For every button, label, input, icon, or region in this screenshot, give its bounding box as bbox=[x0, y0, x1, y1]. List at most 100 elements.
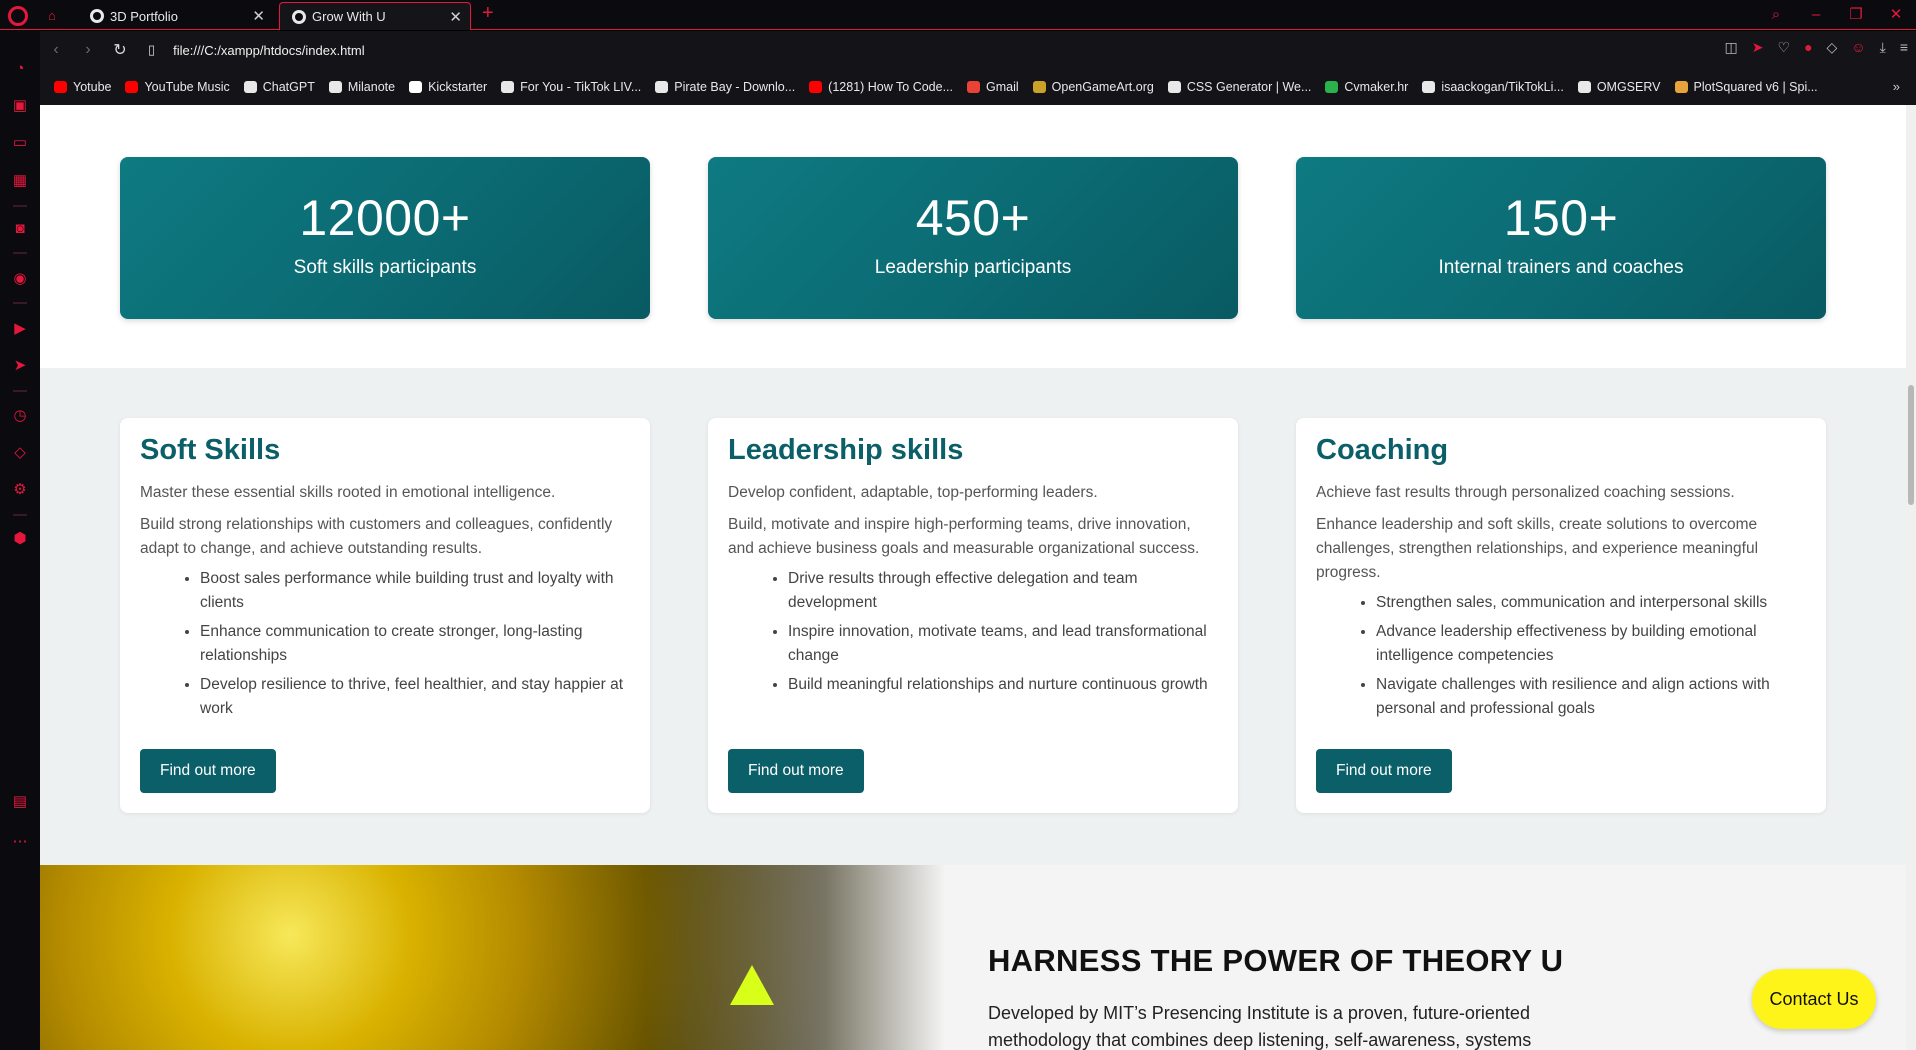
bookmark-label: Yotube bbox=[73, 80, 112, 94]
cube-icon[interactable]: ◇ bbox=[11, 444, 29, 462]
more-icon[interactable]: ⋯ bbox=[11, 833, 29, 851]
list-item: Drive results through effective delegati… bbox=[788, 567, 1218, 615]
new-tab-icon[interactable]: + bbox=[482, 2, 494, 25]
bookmark-label: Pirate Bay - Downlo... bbox=[674, 80, 796, 94]
bookmark-item[interactable]: Yotube bbox=[54, 80, 111, 94]
close-tab-icon[interactable]: ✕ bbox=[449, 8, 462, 26]
player-icon[interactable]: ▶ bbox=[11, 320, 29, 338]
bookmark-label: Milanote bbox=[347, 80, 396, 94]
bookmark-label: PlotSquared v6 | Spi... bbox=[1693, 80, 1818, 94]
bookmark-label: (1281) How To Code... bbox=[828, 80, 954, 94]
heart-icon[interactable]: ♡ bbox=[1778, 39, 1791, 56]
globe-icon bbox=[90, 9, 104, 23]
menu-icon[interactable]: ≡ bbox=[1900, 39, 1908, 56]
bookmarks-overflow-icon[interactable]: » bbox=[1893, 79, 1900, 94]
bookmark-item[interactable]: OpenGameArt.org bbox=[1032, 80, 1154, 94]
sidebar-divider bbox=[13, 302, 27, 304]
shopping-icon[interactable]: ▣ bbox=[11, 97, 29, 115]
services-section: Soft Skills Master these essential skill… bbox=[40, 368, 1906, 865]
scrollbar-thumb[interactable] bbox=[1908, 385, 1914, 505]
gamepad-icon[interactable]: ⌂ bbox=[48, 8, 56, 23]
stat-value: 12000+ bbox=[299, 190, 471, 246]
window-controls: ⌕ – ❐ ✕ bbox=[1756, 0, 1916, 30]
bookmark-item[interactable]: PlotSquared v6 | Spi... bbox=[1674, 80, 1818, 94]
tab-3d-portfolio[interactable]: 3D Portfolio ✕ bbox=[78, 2, 273, 30]
back-icon[interactable]: ‹ bbox=[40, 41, 72, 59]
card-bullets: Drive results through effective delegati… bbox=[728, 567, 1218, 697]
card-intro: Achieve fast results through personalize… bbox=[1316, 484, 1735, 501]
forward-icon[interactable]: › bbox=[72, 41, 104, 59]
tiktok-icon bbox=[501, 81, 515, 93]
close-window-icon[interactable]: ✕ bbox=[1876, 0, 1916, 30]
hero-image bbox=[40, 865, 945, 1050]
page-info-icon[interactable]: ▯ bbox=[148, 42, 155, 58]
opera-sidebar: ◔ ▣ ▭ ▦ ◙ ◉ ▶ ➤ ◷ ◇ ⚙ ⬢ ▤ ⋯ bbox=[0, 30, 40, 1050]
find-out-more-button[interactable]: Find out more bbox=[728, 749, 864, 793]
tab-grow-with-u[interactable]: Grow With U ✕ bbox=[279, 2, 471, 30]
snapshot-icon[interactable]: ◫ bbox=[1725, 39, 1738, 56]
card-bullets: Boost sales performance while building t… bbox=[140, 567, 630, 721]
search-tabs-icon[interactable]: ⌕ bbox=[1756, 0, 1796, 30]
restore-icon[interactable]: ❐ bbox=[1836, 0, 1876, 30]
bookmark-item[interactable]: OMGSERV bbox=[1577, 80, 1661, 94]
opengameart-icon bbox=[1032, 81, 1046, 93]
cube-icon[interactable]: ◇ bbox=[1827, 39, 1838, 56]
minimize-icon[interactable]: – bbox=[1796, 0, 1836, 30]
bookmarks-bar: Yotube YouTube Music ChatGPT Milanote Kickst… bbox=[40, 69, 1916, 105]
bookmark-item[interactable]: (1281) How To Code... bbox=[809, 80, 953, 94]
whatsapp-icon[interactable]: ◉ bbox=[11, 270, 29, 288]
bookmark-item[interactable]: YouTube Music bbox=[125, 80, 230, 94]
card-body: Enhance leadership and soft skills, crea… bbox=[1316, 516, 1759, 581]
opera-logo-icon[interactable] bbox=[8, 6, 28, 26]
bookmark-item[interactable]: Cvmaker.hr bbox=[1325, 80, 1408, 94]
bookmark-item[interactable]: For You - TikTok LIV... bbox=[501, 80, 641, 94]
list-item: Advance leadership effectiveness by buil… bbox=[1376, 620, 1806, 668]
cvmaker-icon bbox=[1325, 81, 1339, 93]
speed-dial-icon[interactable]: ◔ bbox=[11, 60, 29, 78]
contact-us-button[interactable]: Contact Us bbox=[1752, 969, 1876, 1029]
extension-icon[interactable]: ● bbox=[1804, 39, 1812, 56]
bookmark-item[interactable]: Kickstarter bbox=[409, 80, 487, 94]
ublock-icon[interactable]: ⬢ bbox=[11, 530, 29, 548]
sidebar-divider bbox=[13, 514, 27, 516]
bookmark-label: Cvmaker.hr bbox=[1344, 80, 1409, 94]
scrollbar[interactable] bbox=[1906, 105, 1916, 1050]
instagram-icon[interactable]: ◙ bbox=[11, 220, 29, 238]
close-tab-icon[interactable]: ✕ bbox=[252, 7, 265, 25]
bookmark-item[interactable]: CSS Generator | We... bbox=[1167, 80, 1311, 94]
bookmark-item[interactable]: isaackogan/TikTokLi... bbox=[1422, 80, 1564, 94]
bookmark-item[interactable]: Gmail bbox=[967, 80, 1019, 94]
stat-card: 450+ Leadership participants bbox=[708, 157, 1238, 319]
list-item: Navigate challenges with resilience and … bbox=[1376, 673, 1806, 721]
stat-label: Soft skills participants bbox=[293, 257, 477, 278]
url-field[interactable]: file:///C:/xampp/htdocs/index.html bbox=[173, 43, 364, 58]
list-item: Develop resilience to thrive, feel healt… bbox=[200, 673, 630, 721]
page-viewport: 12000+ Soft skills participants 450+ Lea… bbox=[40, 105, 1906, 1050]
twitch-icon[interactable]: ▭ bbox=[11, 134, 29, 152]
bookmark-item[interactable]: Milanote bbox=[328, 80, 396, 94]
bookmark-label: Gmail bbox=[986, 80, 1019, 94]
download-icon[interactable]: ⤓ bbox=[1880, 39, 1886, 56]
bookmark-label: YouTube Music bbox=[144, 80, 230, 94]
find-out-more-button[interactable]: Find out more bbox=[140, 749, 276, 793]
profile-icon[interactable]: ☺ bbox=[1851, 39, 1865, 56]
send-icon[interactable]: ➤ bbox=[1752, 39, 1764, 56]
bookmark-item[interactable]: Pirate Bay - Downlo... bbox=[655, 80, 795, 94]
stat-value: 150+ bbox=[1503, 190, 1619, 246]
list-item: Boost sales performance while building t… bbox=[200, 567, 630, 615]
send-icon[interactable]: ➤ bbox=[11, 357, 29, 375]
kickstarter-icon bbox=[409, 81, 423, 93]
service-card-leadership: Leadership skills Develop confident, ada… bbox=[708, 418, 1238, 813]
github-icon bbox=[1422, 81, 1436, 93]
settings-icon[interactable]: ⚙ bbox=[11, 481, 29, 499]
bookmark-item[interactable]: ChatGPT bbox=[243, 80, 315, 94]
card-body: Build strong relationships with customer… bbox=[140, 516, 613, 557]
wallpaper-icon[interactable]: ▤ bbox=[11, 793, 29, 811]
stats-section: 12000+ Soft skills participants 450+ Lea… bbox=[40, 105, 1906, 368]
theory-u-section: HARNESS THE POWER OF THEORY U Developed … bbox=[40, 865, 1906, 1050]
history-icon[interactable]: ◷ bbox=[11, 407, 29, 425]
globe-icon bbox=[292, 9, 306, 24]
find-out-more-button[interactable]: Find out more bbox=[1316, 749, 1452, 793]
reload-icon[interactable]: ↻ bbox=[104, 40, 136, 60]
calendar-icon[interactable]: ▦ bbox=[11, 172, 29, 190]
